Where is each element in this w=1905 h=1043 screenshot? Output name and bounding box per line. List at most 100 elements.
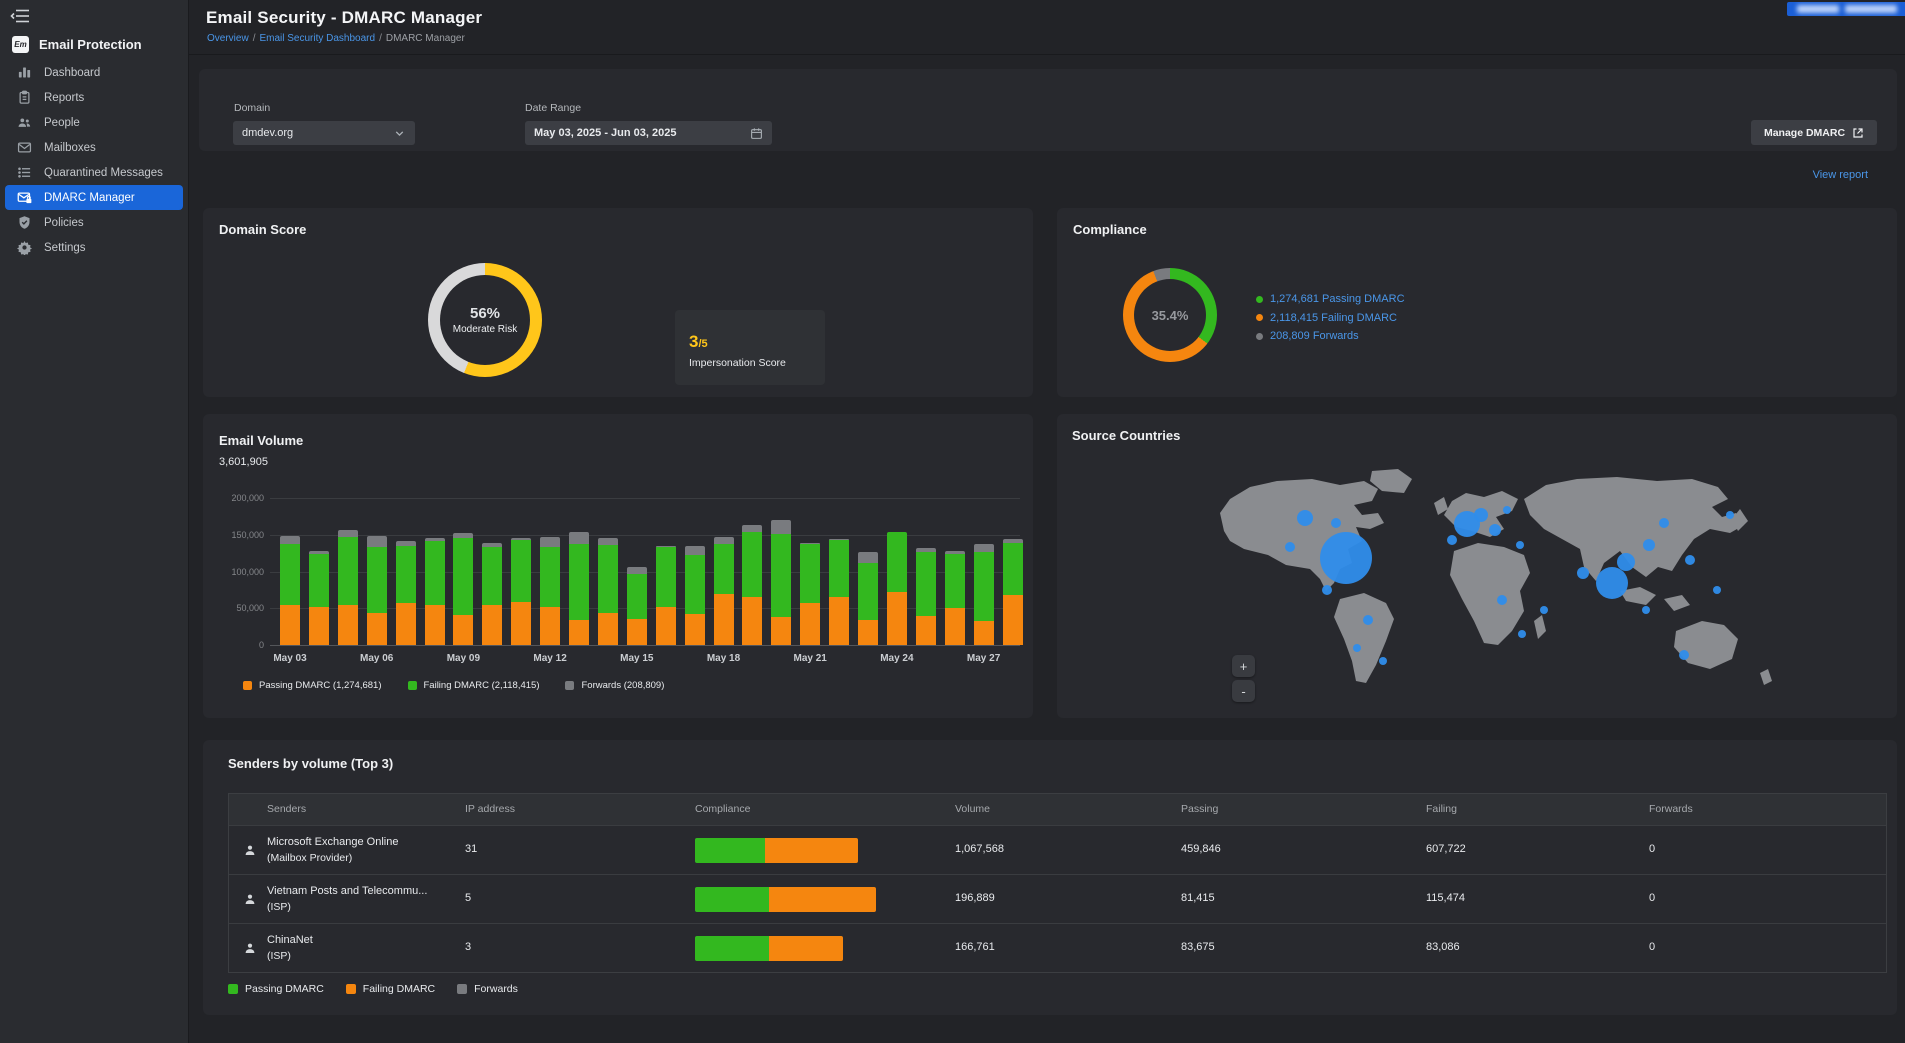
bar-segment — [367, 536, 387, 548]
sidebar-item-dashboard[interactable]: Dashboard — [5, 60, 183, 85]
mail-lock-icon — [17, 190, 32, 205]
legend-square-icon — [228, 984, 238, 994]
bar-segment — [338, 537, 358, 605]
sidebar-item-label: People — [44, 117, 80, 129]
bar-segment — [829, 540, 849, 597]
volume-bar-may-25 — [916, 548, 936, 645]
compliance-bar — [695, 936, 843, 961]
legend-dot-icon — [1256, 314, 1263, 321]
compliance-legend-item[interactable]: 208,809 Forwards — [1256, 327, 1405, 346]
legend-dot-icon — [1256, 296, 1263, 303]
sidebar-collapse-icon[interactable] — [10, 8, 30, 24]
volume-bar-may-26 — [945, 551, 965, 645]
bar-segment — [309, 607, 329, 645]
mail-icon — [17, 140, 32, 155]
table-header-row: SendersIP addressComplianceVolumePassing… — [229, 794, 1886, 825]
legend-square-icon — [457, 984, 467, 994]
x-axis-tick-label: May 06 — [347, 653, 407, 664]
bar-segment — [482, 605, 502, 645]
compliance-legend-item[interactable]: 1,274,681 Passing DMARC — [1256, 290, 1405, 309]
sidebar-item-policies[interactable]: Policies — [5, 210, 183, 235]
compliance-legend-item[interactable]: 2,118,415 Failing DMARC — [1256, 309, 1405, 328]
x-axis-tick-label: May 24 — [867, 653, 927, 664]
bar-segment — [309, 554, 329, 607]
y-axis-tick-label: 50,000 — [206, 603, 264, 613]
page-header: Email Security - DMARC Manager Overview/… — [189, 0, 1905, 55]
compliance-bar — [695, 887, 876, 912]
impersonation-score-value: 3/5 — [689, 332, 708, 352]
source-countries-title: Source Countries — [1072, 428, 1180, 443]
date-range-value: May 03, 2025 - Jun 03, 2025 — [534, 127, 750, 139]
volume-bar-may-22 — [829, 539, 849, 645]
sidebar-nav: DashboardReports People MailboxesQuarantin… — [0, 60, 188, 260]
legend-label: Passing DMARC — [245, 983, 324, 995]
bar-segment — [511, 602, 531, 645]
breadcrumb-separator: / — [253, 33, 256, 44]
bar-segment — [685, 546, 705, 555]
domain-select[interactable]: dmdev.org — [233, 121, 415, 145]
bar-segment — [887, 532, 907, 592]
compliance-legend-text: 1,274,681 Passing DMARC — [1270, 293, 1405, 305]
domain-score-gauge: 56% Moderate Risk — [428, 263, 542, 377]
sidebar-item-quarantined-messages[interactable]: Quarantined Messages — [5, 160, 183, 185]
account-badge-redacted[interactable] — [1787, 2, 1905, 16]
sender-type: (ISP) — [267, 901, 291, 913]
bar-segment — [945, 554, 965, 608]
person-icon — [243, 892, 257, 906]
email-volume-card: Email Volume 3,601,905 200,000150,000100… — [203, 414, 1033, 718]
sidebar-item-reports[interactable]: Reports — [5, 85, 183, 110]
breadcrumb-overview[interactable]: Overview — [207, 33, 249, 44]
view-report-link[interactable]: View report — [1813, 169, 1868, 181]
compliance-title: Compliance — [1073, 222, 1147, 237]
people-icon — [17, 115, 32, 130]
bar-segment — [858, 552, 878, 563]
legend-label: Failing DMARC (2,118,415) — [424, 680, 540, 691]
list-icon — [17, 165, 32, 180]
compliance-legend-text: 2,118,415 Failing DMARC — [1270, 312, 1397, 324]
bar-segment — [367, 547, 387, 613]
date-range-input[interactable]: May 03, 2025 - Jun 03, 2025 — [525, 121, 772, 145]
bar-segment — [656, 547, 676, 607]
compliance-bar-failing — [769, 887, 876, 912]
bar-segment — [540, 547, 560, 607]
bar-segment — [714, 594, 734, 645]
source-country-bubble — [1713, 586, 1721, 594]
compliance-bar-passing — [695, 887, 769, 912]
domain-label: Domain — [234, 102, 270, 114]
bar-segment — [425, 605, 445, 645]
sender-ip-count: 3 — [465, 941, 471, 953]
volume-bar-may-04 — [309, 551, 329, 645]
bar-segment — [800, 603, 820, 645]
legend-square-icon — [565, 681, 574, 690]
x-axis-tick-label: May 27 — [954, 653, 1014, 664]
legend-label: Forwards — [474, 983, 518, 995]
world-map[interactable] — [1072, 469, 1882, 709]
compliance-percent: 35.4% — [1152, 308, 1189, 323]
source-country-bubble — [1540, 606, 1548, 614]
external-link-icon — [1852, 127, 1864, 139]
sender-volume: 166,761 — [955, 941, 995, 953]
sidebar-item-dmarc-manager[interactable]: DMARC Manager — [5, 185, 183, 210]
sidebar-item-settings[interactable]: Settings — [5, 235, 183, 260]
source-country-bubble — [1518, 630, 1526, 638]
breadcrumb-email-security-dashboard[interactable]: Email Security Dashboard — [259, 33, 375, 44]
map-zoom-out-button[interactable]: - — [1232, 680, 1255, 702]
bar-segment — [338, 530, 358, 537]
bar-segment — [569, 532, 589, 544]
bar-segment — [511, 540, 531, 602]
sidebar-item-people[interactable]: People — [5, 110, 183, 135]
bar-segment — [598, 545, 618, 613]
sender-ip-count: 31 — [465, 843, 477, 855]
sidebar-item-mailboxes[interactable]: Mailboxes — [5, 135, 183, 160]
volume-bar-may-10 — [482, 543, 502, 645]
y-axis-tick-label: 200,000 — [206, 493, 264, 503]
calendar-icon — [750, 127, 763, 140]
source-country-bubble — [1331, 518, 1341, 528]
sender-volume: 1,067,568 — [955, 843, 1004, 855]
sender-type: (ISP) — [267, 950, 291, 962]
breadcrumb-dmarc-manager: DMARC Manager — [386, 33, 465, 44]
map-zoom-in-button[interactable]: + — [1232, 655, 1255, 677]
manage-dmarc-button[interactable]: Manage DMARC — [1751, 120, 1877, 145]
sender-passing: 459,846 — [1181, 843, 1221, 855]
person-icon — [243, 941, 257, 955]
